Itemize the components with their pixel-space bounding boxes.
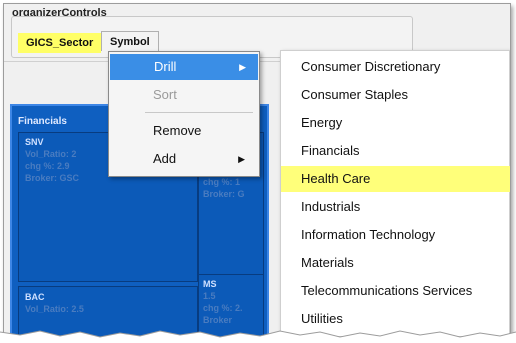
cell-line: Broker: G — [203, 189, 245, 199]
menu-item-drill[interactable]: Drill ▶ — [110, 54, 258, 80]
context-menu: Drill ▶ Sort Remove Add ▶ — [108, 51, 260, 177]
submenu-item-information-technology[interactable]: Information Technology — [281, 222, 510, 248]
chip-symbol[interactable]: Symbol — [101, 31, 159, 51]
cell-line: chg %: 1 — [203, 177, 241, 187]
menu-item-remove[interactable]: Remove — [109, 118, 257, 144]
submenu-arrow-icon: ▶ — [239, 62, 246, 72]
submenu-item-consumer-discretionary[interactable]: Consumer Discretionary — [281, 54, 510, 80]
cell-symbol: BAC — [25, 292, 45, 302]
menu-separator — [145, 112, 253, 113]
submenu-item-materials[interactable]: Materials — [281, 250, 510, 276]
app-window: organizerControls GICS_Sector Symbol Fin… — [3, 3, 511, 338]
submenu-item-health-care[interactable]: Health Care — [281, 166, 510, 192]
torn-edge — [0, 330, 516, 343]
cell-line: Broker — [203, 315, 233, 325]
cell-symbol: MS — [203, 279, 217, 289]
treemap-sector-label: Financials — [18, 116, 67, 127]
cell-line: chg %: 2. — [203, 303, 243, 313]
menu-item-label: Remove — [153, 123, 202, 138]
submenu-arrow-icon: ▶ — [238, 154, 245, 164]
submenu-item-industrials[interactable]: Industrials — [281, 194, 510, 220]
chip-gics-sector[interactable]: GICS_Sector — [18, 33, 102, 53]
menu-item-add[interactable]: Add ▶ — [109, 146, 257, 172]
menu-item-sort: Sort — [109, 82, 257, 108]
menu-item-label: Sort — [153, 87, 177, 102]
submenu-item-energy[interactable]: Energy — [281, 110, 510, 136]
submenu-item-consumer-staples[interactable]: Consumer Staples — [281, 82, 510, 108]
cell-line: 1.5 — [203, 291, 216, 301]
menu-item-label: Add — [153, 151, 177, 166]
submenu-item-telecommunications-services[interactable]: Telecommunications Services — [281, 278, 510, 304]
cell-line: Vol_Ratio: 2.5 — [25, 304, 84, 314]
menu-item-label: Drill — [154, 59, 177, 74]
submenu-item-financials[interactable]: Financials — [281, 138, 510, 164]
drill-submenu: Consumer Discretionary Consumer Staples … — [280, 50, 510, 337]
